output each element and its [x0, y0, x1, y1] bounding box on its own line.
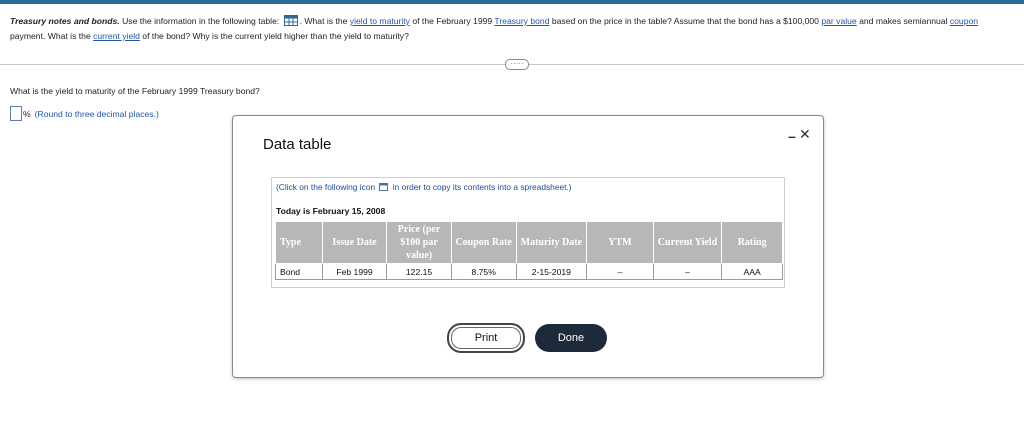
header-price: Price (per $100 par value): [386, 221, 452, 264]
question-text-part: . What is the: [299, 16, 350, 26]
cell-rating: AAA: [721, 263, 783, 280]
data-table-container: (Click on the following icon in order to…: [271, 177, 785, 288]
bond-data-table: Type Issue Date Price (per $100 par valu…: [275, 221, 783, 280]
question-text-part: of the bond? Why is the current yield hi…: [139, 31, 409, 41]
copy-note-text: (Click on the following icon: [276, 182, 378, 192]
cell-ytm: –: [586, 263, 654, 280]
copy-note: (Click on the following icon in order to…: [276, 182, 572, 192]
sub-question: What is the yield to maturity of the Feb…: [10, 86, 260, 96]
question-text-part: Use the information in the following tab…: [119, 16, 282, 26]
header-current-yield: Current Yield: [652, 221, 723, 264]
cell-current-yield: –: [652, 263, 723, 280]
answer-unit: %: [23, 108, 31, 119]
table-row: Bond Feb 1999 122.15 8.75% 2-15-2019 – –…: [275, 263, 783, 280]
cell-type: Bond: [275, 263, 323, 280]
header-maturity-date: Maturity Date: [515, 221, 588, 264]
copy-spreadsheet-icon[interactable]: [379, 183, 389, 191]
today-date: Today is February 15, 2008: [276, 206, 386, 216]
link-par-value[interactable]: par value: [821, 16, 856, 26]
cell-price: 122.15: [386, 263, 452, 280]
header-coupon-rate: Coupon Rate: [450, 221, 517, 264]
question-text-part: of the February 1999: [409, 16, 495, 26]
cell-maturity-date: 2-15-2019: [515, 263, 588, 280]
link-treasury-bond[interactable]: Treasury bond: [494, 16, 549, 26]
question-title: Treasury notes and bonds.: [10, 16, 120, 26]
answer-row: % (Round to three decimal places.): [10, 106, 159, 121]
table-icon[interactable]: [283, 15, 298, 26]
print-button[interactable]: Print: [447, 323, 525, 353]
cell-coupon-rate: 8.75%: [450, 263, 517, 280]
close-icon[interactable]: ✕: [799, 126, 811, 143]
header-ytm: YTM: [586, 221, 654, 264]
question-text-part: and makes semiannual: [856, 16, 950, 26]
data-table-modal: Data table – ✕ (Click on the following i…: [232, 115, 824, 378]
expand-button[interactable]: ·····: [505, 59, 529, 70]
header-type: Type: [275, 221, 323, 264]
rounding-note: (Round to three decimal places.): [34, 108, 159, 119]
link-coupon[interactable]: coupon: [950, 16, 978, 26]
question-text-part: payment. What is the: [10, 31, 94, 41]
minimize-icon[interactable]: –: [788, 128, 796, 144]
header-rating: Rating: [721, 221, 783, 264]
link-current-yield[interactable]: current yield: [93, 31, 140, 41]
copy-note-text: in order to copy its contents into a spr…: [390, 182, 572, 192]
answer-input[interactable]: [10, 106, 22, 121]
cell-issue-date: Feb 1999: [321, 263, 388, 280]
question-text: Treasury notes and bonds. Use the inform…: [10, 14, 1010, 44]
done-button[interactable]: Done: [535, 324, 607, 352]
header-issue-date: Issue Date: [321, 221, 388, 264]
modal-title: Data table: [263, 136, 332, 153]
top-accent-bar: [0, 0, 1024, 4]
table-header-row: Type Issue Date Price (per $100 par valu…: [275, 221, 783, 264]
link-yield-to-maturity[interactable]: yield to maturity: [350, 16, 410, 26]
question-text-part: based on the price in the table? Assume …: [549, 16, 822, 26]
